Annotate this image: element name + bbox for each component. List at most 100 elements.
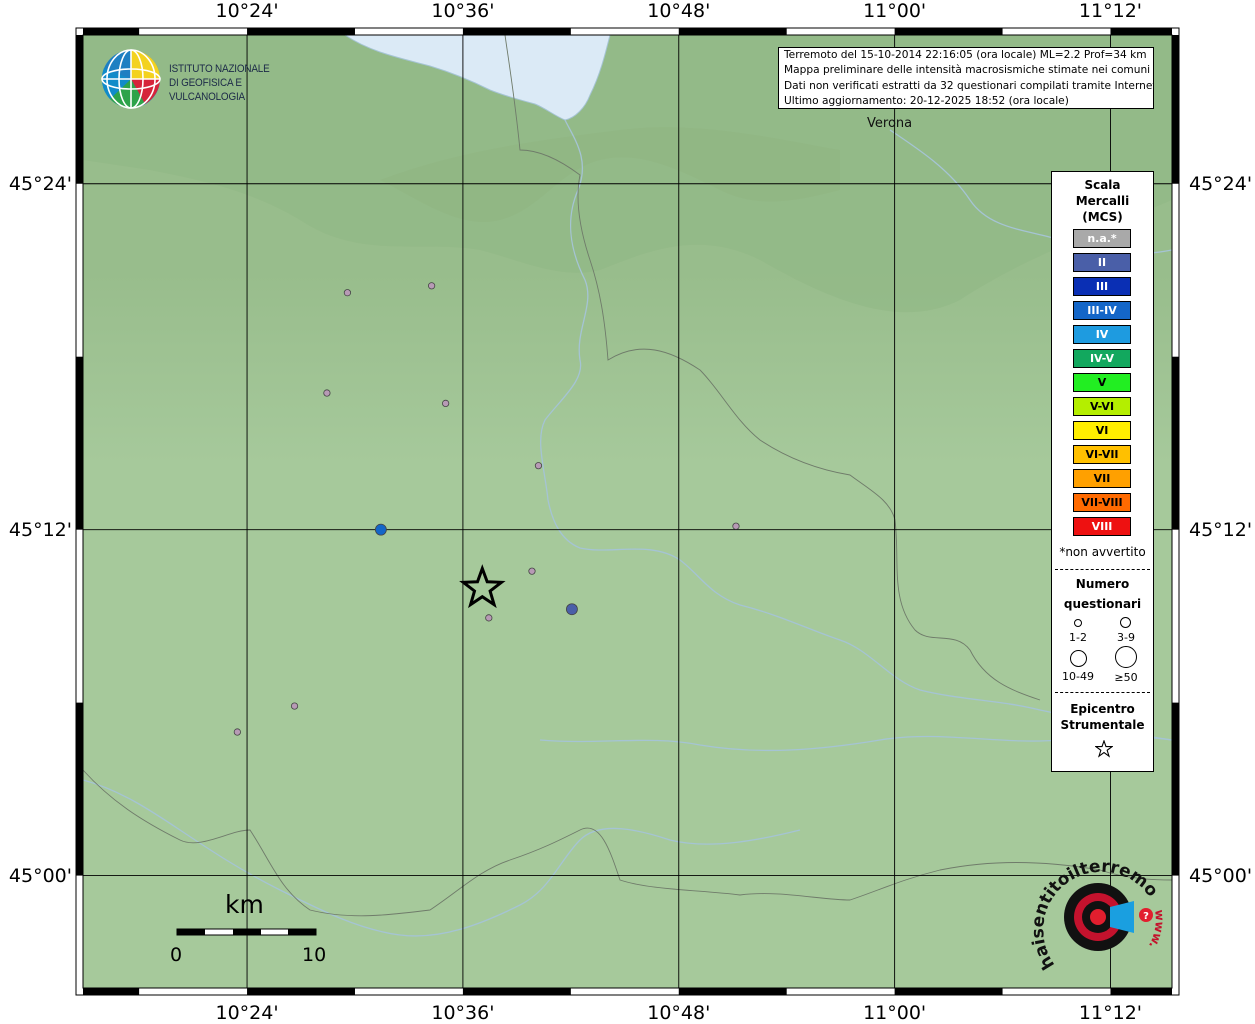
lat-label-right: 45°24' — [1189, 172, 1253, 195]
lon-label-bottom: 11°00' — [863, 1002, 927, 1024]
intensity-legend: Scala Mercalli (MCS) n.a.* II III III-IV IV I… — [1051, 171, 1154, 772]
legend-chip: V-VI — [1073, 397, 1131, 416]
scale-bar-graphic — [176, 928, 317, 936]
hai-sentito-logo: ? haisentitoilterremoto.it www. — [1024, 840, 1170, 985]
lon-label-top: 11°12' — [1078, 0, 1143, 22]
legend-chip: VIII — [1073, 517, 1131, 536]
observation-point — [534, 462, 543, 470]
frame-bar — [83, 28, 140, 35]
lat-label-left: 45°00' — [8, 864, 72, 887]
questionnaires-title: Numero questionari — [1052, 574, 1153, 614]
questionnaires-title-line: questionari — [1063, 597, 1142, 611]
size-circle-xlarge — [1115, 646, 1137, 668]
size-label: 3-9 — [1117, 631, 1135, 644]
size-label: 1-2 — [1069, 631, 1087, 644]
lat-label-right: 45°00' — [1189, 864, 1253, 887]
observation-point — [428, 282, 436, 290]
lon-label-top: 10°48' — [647, 0, 711, 22]
frame-bar — [76, 356, 83, 530]
star-icon — [1095, 740, 1113, 758]
observation-point — [732, 522, 740, 530]
frame-bar — [76, 35, 83, 184]
frame-bar — [462, 988, 571, 995]
legend-chip: VI — [1073, 421, 1131, 440]
frame-bar — [76, 702, 83, 876]
lon-label-top: 10°24' — [215, 0, 279, 22]
frame-bar — [1172, 702, 1179, 876]
frame-bar — [678, 988, 787, 995]
size-label: ≥50 — [1114, 671, 1138, 684]
frame-bar — [678, 28, 787, 35]
observation-point — [528, 567, 536, 575]
legend-separator — [1055, 692, 1150, 693]
event-info-line: Dati non verificati estratti da 32 quest… — [784, 79, 1154, 92]
svg-text:?: ? — [1143, 911, 1149, 922]
lat-label-right: 45°12' — [1189, 518, 1253, 541]
frame-bar — [1110, 28, 1172, 35]
legend-note: *non avvertito — [1059, 545, 1146, 559]
epicenter-title-line: Strumentale — [1060, 718, 1145, 732]
frame-bar — [894, 988, 1003, 995]
observation-point — [343, 289, 352, 297]
city-label-verona: Verona — [867, 116, 913, 131]
observation-point — [485, 614, 493, 622]
legend-separator — [1055, 569, 1150, 570]
observation-point — [374, 523, 387, 536]
size-circle-medium — [1120, 617, 1131, 628]
legend-chip: III — [1073, 277, 1131, 296]
legend-chip: III-IV — [1073, 301, 1131, 320]
legend-chip: VII — [1073, 469, 1131, 488]
epicenter-title: Epicentro Strumentale — [1052, 701, 1153, 733]
lat-label-left: 45°12' — [8, 518, 72, 541]
legend-title-line: (MCS) — [1082, 210, 1123, 224]
scale-unit: km — [225, 890, 264, 919]
observation-point — [566, 603, 578, 616]
legend-chip: IV — [1073, 325, 1131, 344]
event-info-line: Terremoto del 15-10-2014 22:16:05 (ora l… — [784, 49, 1147, 61]
legend-title-line: Scala — [1084, 178, 1121, 192]
lon-label-bottom: 11°12' — [1078, 1002, 1143, 1024]
lon-label-bottom: 10°36' — [431, 1002, 495, 1024]
frame-bar — [247, 28, 355, 35]
observation-point — [323, 389, 331, 397]
scale-start: 0 — [170, 944, 183, 966]
frame-bar — [894, 28, 1003, 35]
legend-chip: VII-VIII — [1073, 493, 1131, 512]
ingv-name: ISTITUTO NAZIONALE DI GEOFISICA E VULCAN… — [169, 62, 305, 104]
size-circle-small — [1074, 619, 1082, 627]
lon-label-top: 11°00' — [863, 0, 927, 22]
ingv-name-line1: ISTITUTO NAZIONALE — [169, 63, 270, 75]
event-info-line: Ultimo aggiornamento: 20-12-2025 18:52 (… — [784, 94, 1069, 107]
frame-bar — [1110, 988, 1172, 995]
legend-chip: IV-V — [1073, 349, 1131, 368]
observation-point — [442, 399, 450, 408]
frame-bar — [83, 988, 140, 995]
frame-bar — [462, 28, 571, 35]
legend-chip: VI-VII — [1073, 445, 1131, 464]
legend-title: Scala Mercalli (MCS) — [1052, 177, 1153, 225]
size-circle-large — [1070, 650, 1087, 667]
legend-chip: n.a.* — [1073, 229, 1131, 248]
ingv-logo: ISTITUTO NAZIONALE DI GEOFISICA E VULCAN… — [100, 48, 320, 110]
frame-bar — [1172, 35, 1179, 184]
lon-label-top: 10°36' — [431, 0, 495, 22]
questionnaires-title-line: Numero — [1075, 577, 1130, 591]
scale-bar: km 0 10 — [170, 890, 340, 970]
event-info-box: Terremoto del 15-10-2014 22:16:05 (ora l… — [778, 47, 1154, 109]
scale-end: 10 — [302, 944, 327, 966]
frame-bar — [247, 988, 355, 995]
observation-point — [233, 728, 241, 736]
globe-icon — [101, 49, 161, 109]
frame-bar — [1172, 356, 1179, 530]
legend-chip: II — [1073, 253, 1131, 272]
event-info-line: Mappa preliminare delle intensità macros… — [784, 64, 1151, 77]
epicenter-title-line: Epicentro — [1070, 702, 1135, 716]
ingv-name-line2: DI GEOFISICA E VULCANOLOGIA — [169, 77, 245, 103]
lon-label-bottom: 10°24' — [215, 1002, 279, 1024]
hai-sentito-logo-graphic: ? haisentitoilterremoto.it www. — [1024, 840, 1167, 973]
size-label: 10-49 — [1062, 670, 1094, 683]
lon-label-bottom: 10°48' — [647, 1002, 711, 1024]
legend-chip: V — [1073, 373, 1131, 392]
lat-label-left: 45°24' — [8, 172, 72, 195]
observation-point — [290, 702, 299, 710]
